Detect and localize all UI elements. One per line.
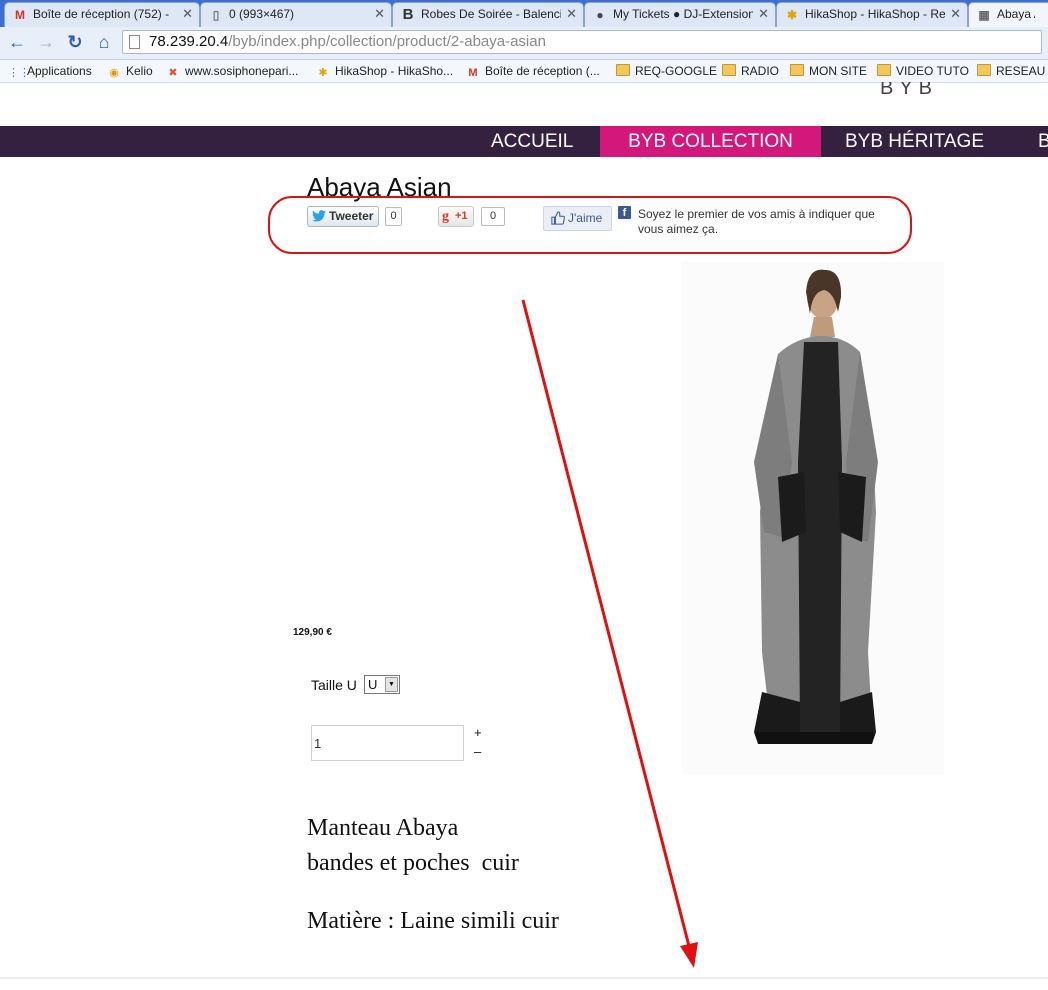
dropdown-arrow-icon: ▼ <box>385 677 398 692</box>
hikashop-icon: ✱ <box>318 67 328 79</box>
folder-icon <box>616 64 630 76</box>
product-price: 129,90 € <box>293 627 332 638</box>
bookmark-label: MON SITE <box>809 64 868 78</box>
description-line-2: bandes et poches cuir <box>307 850 519 876</box>
bookmark-folder-video-tuto[interactable]: VIDEO TUTO <box>877 63 969 79</box>
tab-gmail[interactable]: M Boîte de réception (752) - ✕ <box>4 2 200 27</box>
back-arrow-icon[interactable]: ← <box>6 31 28 53</box>
bookmark-applications[interactable]: ⋮⋮Applications <box>8 63 92 79</box>
annotation-oval <box>268 196 912 254</box>
folder-icon <box>977 64 991 76</box>
tab-title: 0 (993×467) <box>229 7 295 21</box>
forward-arrow-icon[interactable]: → <box>35 31 57 53</box>
tab-hikashop[interactable]: ✱ HikaShop - HikaShop - Re ✕ <box>776 2 968 27</box>
tab-title: HikaShop - HikaShop - Re <box>805 7 945 21</box>
page-icon <box>129 35 140 49</box>
nav-item-byb-heritage[interactable]: BYB HÉRITAGE <box>845 126 984 157</box>
bookmark-hikashop[interactable]: ✱ HikaShop - HikaSho... <box>316 63 453 79</box>
bookmark-label: VIDEO TUTO <box>896 64 969 78</box>
size-selected-value: U <box>368 677 378 692</box>
home-icon[interactable]: ⌂ <box>93 31 115 53</box>
tab-tickets[interactable]: ● My Tickets ● DJ-Extension ✕ <box>584 2 776 27</box>
site-icon: ▦ <box>978 8 990 22</box>
apps-icon: ⋮⋮ <box>8 67 30 79</box>
tab-abaya[interactable]: ▦ Abaya Asi <box>968 2 1048 27</box>
bookmark-sosiphone[interactable]: ✖ www.sosiphonepari... <box>166 63 298 79</box>
bookmark-folder-reseau[interactable]: RESEAU S <box>977 63 1048 79</box>
bookmark-label: RADIO <box>741 64 780 78</box>
page-icon: ▯ <box>212 8 220 22</box>
tab-robes[interactable]: B Robes De Soirée - Balencia ✕ <box>392 2 584 27</box>
tab-image[interactable]: ▯ 0 (993×467) ✕ <box>200 2 392 27</box>
folder-icon <box>790 64 804 76</box>
quantity-input[interactable] <box>311 725 464 761</box>
bookmark-folder-radio[interactable]: RADIO <box>722 63 779 79</box>
nav-item-partial[interactable]: B <box>1038 126 1048 157</box>
url-host: 78.239.20.4 <box>149 33 229 50</box>
product-image[interactable] <box>682 262 944 774</box>
tab-title: My Tickets ● DJ-Extension <box>613 7 753 21</box>
main-navigation: ACCUEIL BYB COLLECTION BYB HÉRITAGE B <box>0 126 1048 157</box>
footer-divider <box>0 977 1048 979</box>
hikashop-icon: ✱ <box>786 8 798 22</box>
browser-toolbar: ← → ↻ ⌂ 78.239.20.4/byb/index.php/collec… <box>0 27 1048 60</box>
nav-item-byb-collection[interactable]: BYB COLLECTION <box>600 126 821 157</box>
url-path: /byb/index.php/collection/product/2-abay… <box>228 33 546 50</box>
bookmark-label: www.sosiphonepari... <box>185 64 299 78</box>
close-icon[interactable]: ✕ <box>182 6 193 22</box>
address-url: 78.239.20.4/byb/index.php/collection/pro… <box>149 33 546 50</box>
quantity-increase-button[interactable]: + <box>474 725 482 740</box>
bookmark-label: Boîte de réception (... <box>485 64 600 78</box>
bookmark-gmail[interactable]: M Boîte de réception (... <box>466 63 600 79</box>
close-icon[interactable]: ✕ <box>374 6 385 22</box>
address-bar[interactable]: 78.239.20.4/byb/index.php/collection/pro… <box>122 30 1042 54</box>
tab-title: Abaya Asi <box>997 7 1035 21</box>
tab-title: Robes De Soirée - Balencia <box>421 7 561 21</box>
reload-icon[interactable]: ↻ <box>64 31 86 53</box>
bookmark-kelio[interactable]: ◉ Kelio <box>107 63 153 79</box>
quantity-decrease-button[interactable]: – <box>474 744 481 759</box>
size-label: Taille U <box>311 677 357 693</box>
browser-tab-strip: M Boîte de réception (752) - ✕ ▯ 0 (993×… <box>0 0 1048 27</box>
bookmark-label: REQ-GOOGLE <box>635 64 718 78</box>
joomla-icon: ✖ <box>168 67 178 79</box>
site-logo[interactable]: BYB <box>880 82 938 94</box>
gmail-icon: M <box>15 8 25 22</box>
bookmark-label: HikaShop - HikaSho... <box>335 64 454 78</box>
folder-icon <box>722 64 736 76</box>
close-icon[interactable]: ✕ <box>950 6 961 22</box>
folder-icon <box>877 64 891 76</box>
abaya-model-illustration <box>754 269 878 744</box>
nav-item-accueil[interactable]: ACCUEIL <box>491 126 573 157</box>
bookmark-folder-req-google[interactable]: REQ-GOOGLE <box>616 63 717 79</box>
tab-title: Boîte de réception (752) - <box>33 7 170 21</box>
bookmark-label: Kelio <box>126 64 153 78</box>
bookmark-label: Applications <box>27 64 92 78</box>
gmail-icon: M <box>468 67 478 79</box>
bookmark-label: RESEAU S <box>996 64 1048 78</box>
dj-icon: ● <box>596 8 604 22</box>
description-line-1: Manteau Abaya <box>307 815 459 841</box>
bookmarks-bar: ⋮⋮Applications ◉ Kelio ✖ www.sosiphonepari… <box>0 60 1048 83</box>
description-line-3: Matière : Laine simili cuir <box>307 908 559 934</box>
b-icon: B <box>402 6 414 23</box>
close-icon[interactable]: ✕ <box>758 6 769 22</box>
close-icon[interactable]: ✕ <box>566 6 577 22</box>
bookmark-folder-mon-site[interactable]: MON SITE <box>790 63 867 79</box>
size-select[interactable]: U ▼ <box>364 675 400 694</box>
kelio-icon: ◉ <box>109 67 119 79</box>
